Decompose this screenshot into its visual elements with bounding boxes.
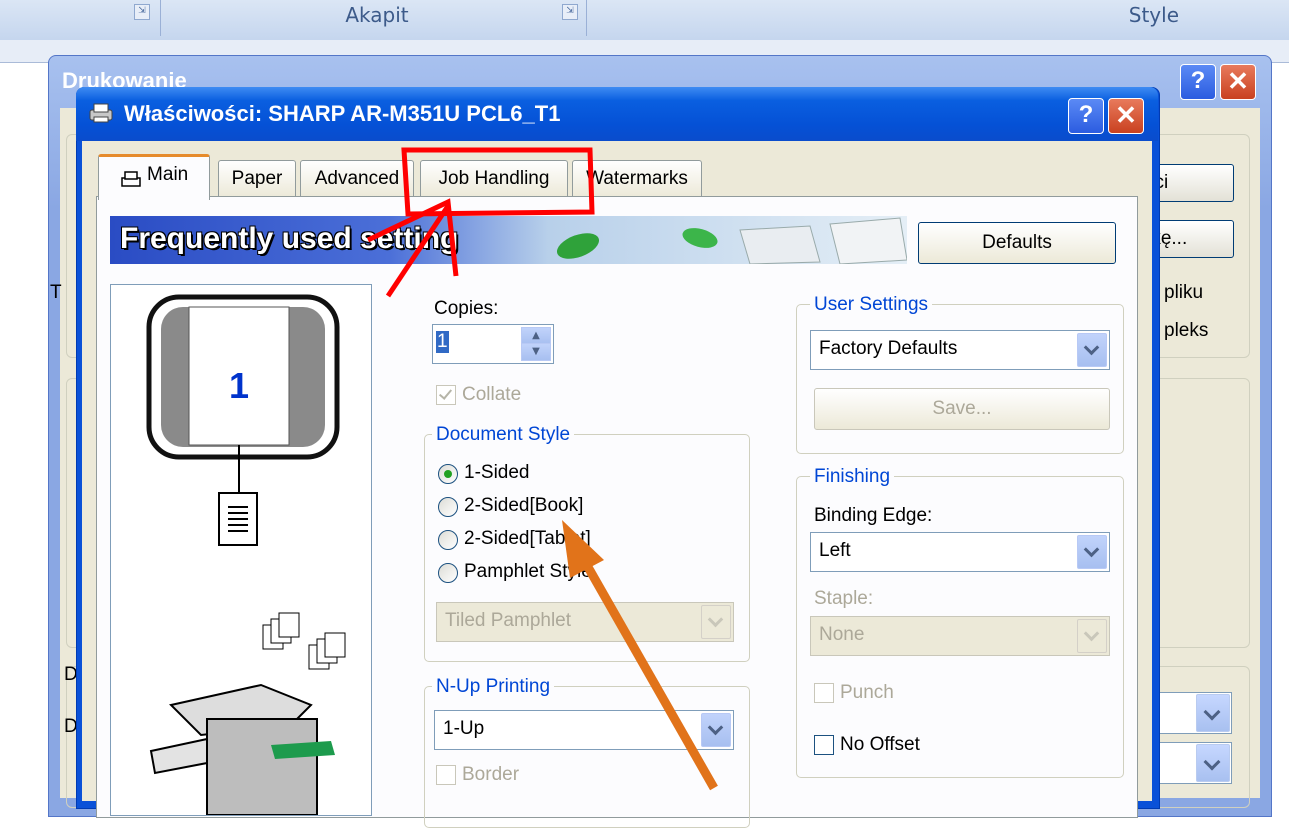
red-highlight-box bbox=[401, 147, 595, 217]
printer-tab-icon bbox=[120, 166, 142, 187]
red-arrow-shaft bbox=[385, 204, 451, 298]
annotation-overlay bbox=[366, 147, 718, 791]
orange-arrow-head bbox=[562, 520, 604, 578]
orange-arrow-shaft bbox=[572, 543, 718, 791]
tab-main-label: Main bbox=[147, 164, 189, 185]
tab-main[interactable]: Main bbox=[98, 154, 210, 200]
